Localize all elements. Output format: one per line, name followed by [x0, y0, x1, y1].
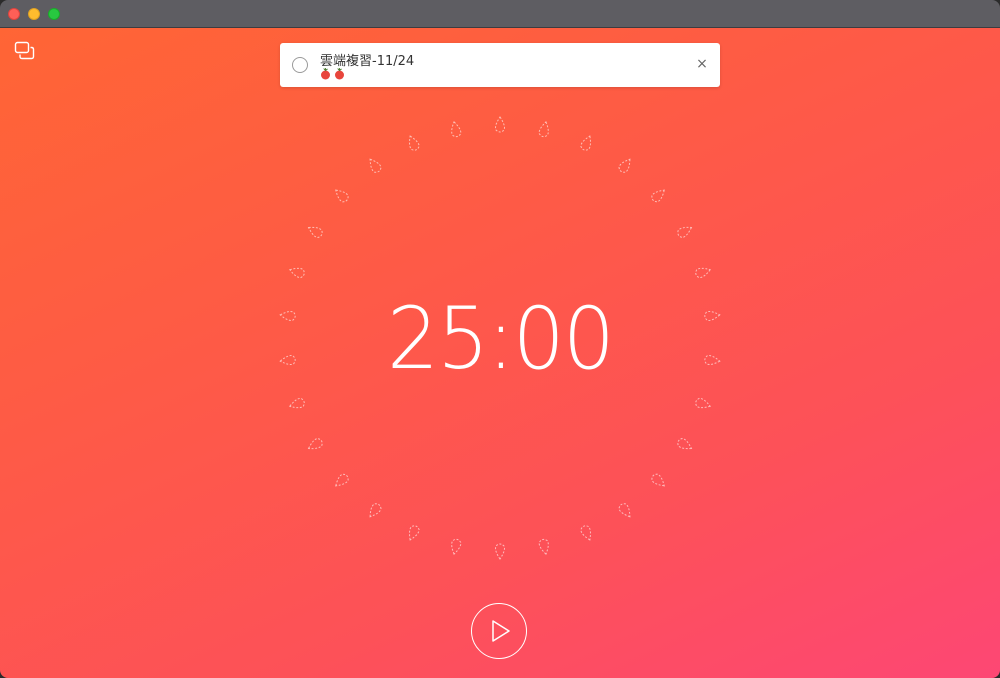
title-bar[interactable]: [0, 0, 1000, 28]
play-icon: [492, 620, 510, 642]
progress-segment: [651, 473, 665, 487]
timer-display: 25:00: [387, 289, 615, 389]
progress-segment: [538, 120, 549, 138]
progress-segment: [279, 310, 296, 321]
progress-segment: [369, 503, 382, 518]
windows-icon[interactable]: [14, 41, 36, 61]
task-title: 雲端複習-11/24: [320, 54, 415, 69]
progress-segment: [677, 438, 693, 450]
play-button[interactable]: [471, 603, 527, 659]
tomato-icon: [335, 68, 344, 80]
progress-segment: [618, 158, 631, 173]
progress-segment: [580, 135, 591, 151]
progress-segment: [580, 525, 591, 541]
progress-segment: [677, 226, 693, 238]
progress-segment: [409, 135, 420, 151]
progress-segment: [288, 397, 305, 409]
progress-segment: [409, 525, 420, 541]
progress-segment: [704, 355, 721, 366]
maximize-window-button[interactable]: [48, 8, 60, 20]
close-window-button[interactable]: [8, 8, 20, 20]
progress-segment: [335, 473, 349, 487]
progress-segment: [288, 267, 305, 279]
progress-segment: [451, 538, 462, 556]
progress-segment: [538, 538, 549, 556]
progress-segment: [335, 189, 349, 203]
tomato-icon: [321, 68, 330, 80]
task-pomodoro-list: [320, 68, 345, 81]
progress-segment: [695, 397, 712, 409]
progress-segment: [495, 543, 505, 560]
close-icon[interactable]: ×: [696, 57, 708, 71]
progress-segment: [369, 158, 382, 173]
app-window: 雲端複習-11/24 × 25:00: [0, 0, 1000, 678]
progress-segment: [704, 310, 721, 321]
progress-segment: [307, 438, 323, 450]
task-complete-checkbox[interactable]: [292, 57, 308, 73]
progress-segment: [495, 116, 505, 133]
minimize-window-button[interactable]: [28, 8, 40, 20]
progress-segment: [307, 226, 323, 238]
timer-view: 雲端複習-11/24 × 25:00: [0, 28, 1000, 678]
progress-segment: [279, 355, 296, 366]
progress-segment: [651, 189, 665, 203]
progress-segment: [695, 267, 712, 279]
current-task-card[interactable]: 雲端複習-11/24 ×: [280, 43, 720, 87]
progress-segment: [618, 503, 631, 518]
progress-segment: [451, 120, 462, 138]
